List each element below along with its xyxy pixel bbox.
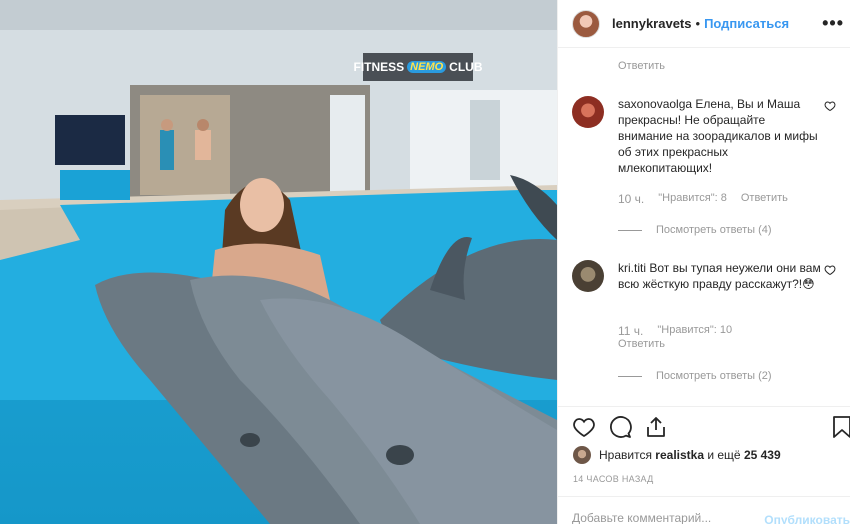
view-replies-label[interactable]: Посмотреть ответы (4) xyxy=(656,224,772,236)
likes-summary[interactable]: Нравится realistka и ещё 25 439 xyxy=(573,446,781,464)
likes-middle: и ещё xyxy=(707,448,741,462)
comment-reply-row: Ответить xyxy=(618,338,665,350)
sign-club-text: CLUB xyxy=(449,60,483,74)
like-comment-heart-icon[interactable] xyxy=(824,100,836,112)
liker-username[interactable]: realistka xyxy=(655,448,704,462)
photo-illustration xyxy=(0,0,557,524)
post-photo[interactable]: FITNESS NEMO CLUB xyxy=(0,0,557,524)
reply-link[interactable]: Ответить xyxy=(618,60,665,72)
commenter-username[interactable]: saxonovaolga xyxy=(618,97,692,111)
comment-likes[interactable]: "Нравится": 10 xyxy=(657,324,732,338)
comment-meta: 10 ч. "Нравится": 8 Ответить xyxy=(618,192,788,206)
comment-likes[interactable]: "Нравится": 8 xyxy=(658,192,727,206)
post-actions-bar xyxy=(558,406,850,444)
view-replies-line xyxy=(618,229,642,231)
liker-avatar[interactable] xyxy=(573,446,591,464)
add-comment-bar: Опубликовать xyxy=(558,496,850,524)
header-separator: • xyxy=(695,16,701,31)
view-replies-label[interactable]: Посмотреть ответы (2) xyxy=(656,370,772,382)
likes-count[interactable]: 25 439 xyxy=(744,448,781,462)
sign-fitness-text: FITNESS xyxy=(353,60,405,74)
fitness-club-sign: FITNESS NEMO CLUB xyxy=(354,53,483,81)
like-comment-heart-icon[interactable] xyxy=(824,264,836,276)
author-avatar[interactable] xyxy=(572,9,600,38)
publish-button[interactable]: Опубликовать xyxy=(764,513,850,524)
commenter-avatar[interactable] xyxy=(572,260,604,292)
comment-time[interactable]: 11 ч. xyxy=(618,324,643,338)
comment-text-block: kri.titi Вот вы тупая неужели они вам вс… xyxy=(618,260,823,292)
comment-bubble-icon[interactable] xyxy=(608,415,632,439)
save-bookmark-icon[interactable] xyxy=(832,415,850,439)
author-username[interactable]: lennykravets xyxy=(612,16,692,31)
comment-text: Вот вы тупая неужели они вам всю жёсткую… xyxy=(618,261,821,291)
comment-time[interactable]: 10 ч. xyxy=(618,192,644,206)
comment-reply-button[interactable]: Ответить xyxy=(618,338,665,350)
comment-text-block: saxonovaolga Елена, Вы и Маша прекрасны!… xyxy=(618,96,823,176)
post-timestamp[interactable]: 14 ЧАСОВ НАЗАД xyxy=(573,474,654,484)
follow-button[interactable]: Подписаться xyxy=(704,16,789,31)
comment-reply-button[interactable]: Ответить xyxy=(741,192,788,206)
add-comment-input[interactable] xyxy=(572,511,752,524)
like-heart-icon[interactable] xyxy=(572,415,596,439)
commenter-avatar[interactable] xyxy=(572,96,604,128)
comment-meta: 11 ч. "Нравится": 10 xyxy=(618,324,732,338)
post-header: lennykravets • Подписаться ••• xyxy=(558,0,850,48)
view-replies-button[interactable]: Посмотреть ответы (4) xyxy=(618,224,772,236)
more-options-icon[interactable]: ••• xyxy=(822,13,844,34)
view-replies-line xyxy=(618,375,642,377)
share-upload-icon[interactable] xyxy=(644,415,668,439)
commenter-username[interactable]: kri.titi xyxy=(618,261,646,275)
likes-prefix: Нравится xyxy=(599,448,652,462)
view-replies-button[interactable]: Посмотреть ответы (2) xyxy=(618,370,772,382)
comments-list[interactable]: Ответить saxonovaolga Елена, Вы и Маша п… xyxy=(558,48,850,406)
sign-nemo-logo: NEMO xyxy=(407,61,447,73)
